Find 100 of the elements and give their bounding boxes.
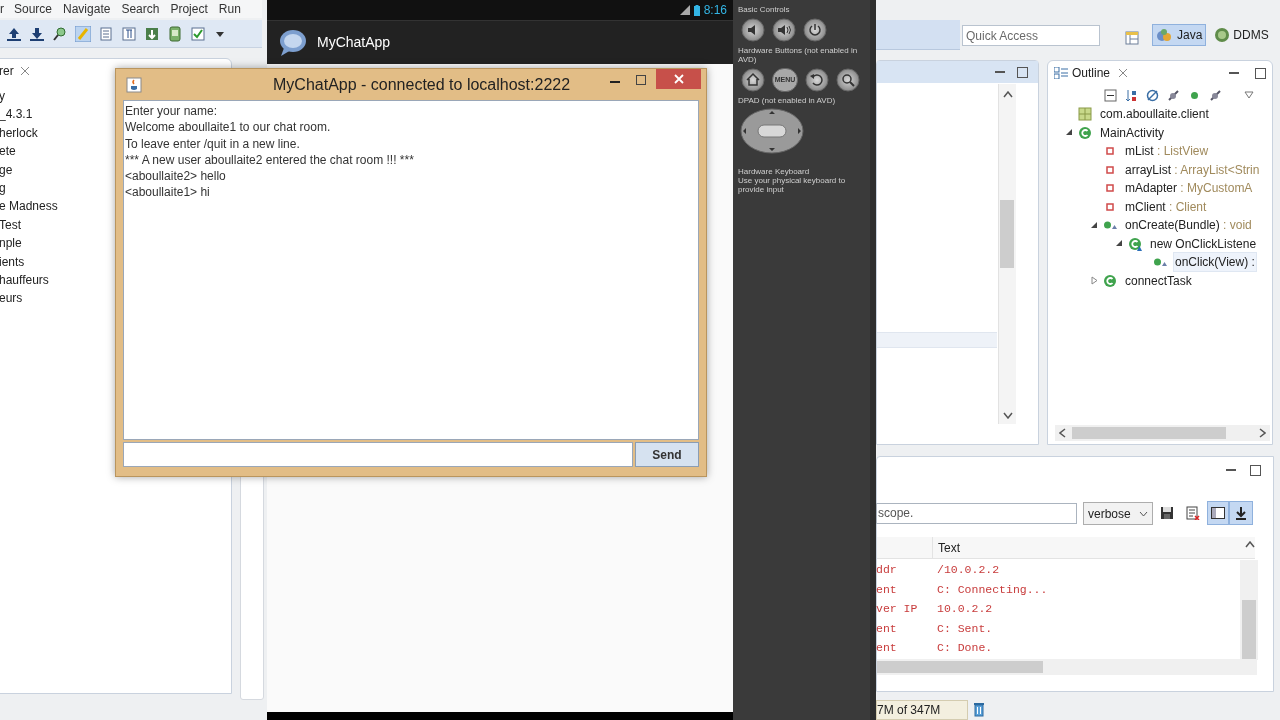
view-menu-icon[interactable] [1244,91,1254,99]
outline-item[interactable]: onCreate(Bundle) : void [1123,215,1254,236]
panel-tab[interactable]: Outline [1072,64,1111,82]
quick-access-field[interactable]: Quick Access [962,25,1100,46]
outline-item[interactable]: mList : ListView [1123,141,1211,162]
outline-item[interactable]: arrayList : ArrayList<Strin [1123,159,1262,180]
chat-message: <aboullaite1> hi [125,184,211,201]
maximize-icon[interactable] [1017,66,1028,78]
clear-log-icon[interactable] [1186,506,1200,520]
tree-item[interactable]: ients [0,252,25,271]
scrollbar[interactable] [1055,425,1270,441]
table-cell-text: ent [876,581,898,598]
battery-icon [693,4,700,16]
message-input[interactable] [123,442,633,467]
outline-item[interactable]: MainActivity [1098,122,1166,143]
table-cell-text: ddr [876,562,898,579]
menu-item[interactable]: Source [14,0,53,18]
table-cell-text: ent [876,640,898,657]
app-title: MyChatApp [317,33,391,52]
save-icon[interactable] [1160,506,1174,520]
java-icon [126,76,142,93]
tree-item[interactable]: herlock [0,123,38,143]
tree-item[interactable]: ete [0,142,16,161]
paragraph-icon[interactable] [121,25,137,42]
tree-item[interactable]: g [0,178,6,198]
scrollbar-thumb[interactable] [1000,200,1014,268]
section-label: Basic Controls [738,5,791,14]
back-icon[interactable] [805,68,829,92]
home-icon[interactable] [741,68,765,92]
outline-item[interactable]: mClient : Client [1123,196,1209,217]
power-icon[interactable] [803,18,827,42]
maximize-icon[interactable] [1255,67,1266,79]
hint-text: Use your physical keyboard to provide input [738,176,847,194]
scroll-up-icon[interactable] [1245,541,1255,548]
outline-item[interactable]: new OnClickListene [1148,233,1259,254]
tree-item[interactable]: e Madness [0,197,58,216]
filter-field[interactable]: scope. [876,503,1077,524]
class-icon [1103,273,1117,288]
menu-item[interactable]: Search [121,0,160,18]
scroll-left-icon[interactable] [1059,428,1066,438]
search-icon[interactable] [836,68,860,92]
sort-icon[interactable] [1125,88,1138,102]
log-level-dropdown[interactable]: verbose [1083,502,1153,525]
trash-icon[interactable] [973,702,985,717]
download-box-icon[interactable] [144,25,160,42]
close-button[interactable] [656,69,701,89]
status-time: 8:16 [703,2,727,19]
menu-item[interactable]: Project [170,0,208,18]
panel-tab[interactable]: rer [0,62,14,80]
vol-down-icon[interactable] [741,18,765,42]
scroll-right-icon[interactable] [1259,428,1266,438]
vol-up-icon[interactable] [772,18,796,42]
scrollbar-thumb[interactable] [1242,600,1256,660]
scroll-lock-button[interactable] [1229,501,1253,525]
table-cell-text: C: Sent. [937,620,993,637]
section-label: DPAD (not enabled in AVD) [738,96,837,105]
class-icon [1078,125,1092,140]
collapsed-arrow-icon[interactable] [1091,276,1098,286]
tree-item[interactable]: ge [0,160,13,179]
checkbox-icon[interactable] [190,25,206,42]
tree-item[interactable]: eurs [0,289,23,308]
expanded-arrow-icon[interactable] [1116,240,1123,248]
menu-item[interactable]: Navigate [63,0,111,18]
expanded-arrow-icon[interactable] [1066,129,1073,137]
perspective-button[interactable]: DDMS [1210,24,1273,46]
outline-item[interactable]: onClick(View) : [1173,252,1257,273]
scrollbar-thumb[interactable] [877,661,1043,673]
hide-fields-icon[interactable] [1146,88,1159,102]
send-button[interactable]: Send [635,442,699,467]
chat-message: *** A new user aboullaite2 entered the chat room !!! *** [125,151,415,169]
panel-icon [1211,507,1225,519]
toggle-panel-button[interactable] [1207,501,1229,525]
collapse-all-icon[interactable] [1104,88,1117,102]
search-icon[interactable] [52,25,68,42]
close-icon[interactable] [1118,68,1129,78]
dpad-icon[interactable] [740,108,804,154]
device-icon[interactable] [167,25,183,42]
outline-item[interactable]: connectTask [1123,270,1194,291]
open-perspective-icon[interactable] [1125,31,1139,45]
section-label: Hardware Buttons (not enabled in AVD) [738,46,859,64]
menu-item[interactable]: Run [218,0,241,18]
tree-item[interactable]: nple [0,234,22,253]
table-cell-text: C: Connecting... [937,581,1048,598]
tree-item[interactable]: hauffeurs [0,270,49,290]
signal-icon [679,5,690,15]
download-icon[interactable] [29,25,45,42]
tree-item[interactable]: Test [0,215,21,235]
scroll-down-icon[interactable] [1003,412,1013,419]
outline-item[interactable]: com.aboullaite.client [1098,104,1211,125]
outline-item[interactable]: mAdapter : MyCustomA [1123,178,1255,199]
class-icon [1128,236,1142,251]
table-cell-text: C: Done. [937,640,993,657]
expanded-arrow-icon[interactable] [1091,221,1098,229]
maximize-icon[interactable] [1250,465,1261,476]
menu-item[interactable]: r [0,0,4,18]
scroll-up-icon[interactable] [1003,91,1013,98]
scrollbar-thumb[interactable] [1072,427,1226,439]
close-icon[interactable] [19,66,30,76]
perspective-button[interactable]: Java [1152,24,1207,46]
column-header[interactable]: Text [932,537,1132,559]
